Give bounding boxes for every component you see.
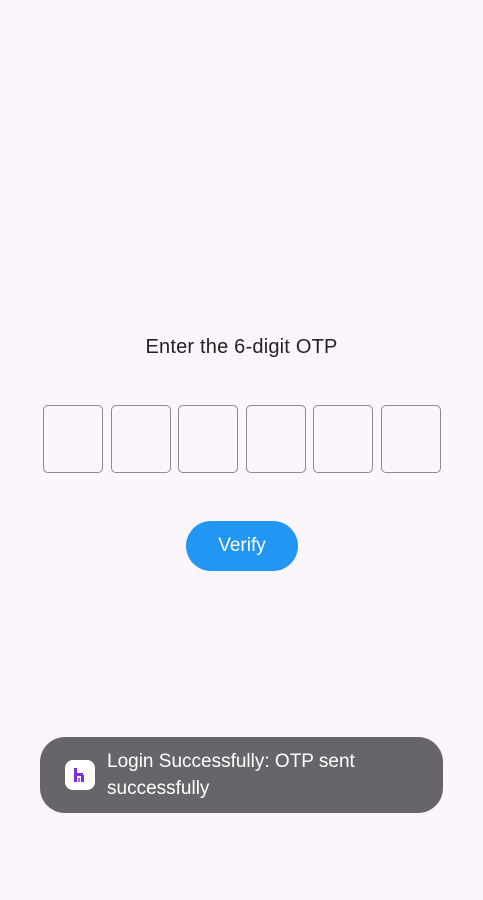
otp-digit-1[interactable] — [43, 405, 103, 473]
app-logo-icon — [65, 760, 95, 790]
verify-button[interactable]: Verify — [186, 521, 298, 571]
otp-screen: Enter the 6-digit OTP Verify Login Succe… — [0, 0, 483, 900]
otp-prompt: Enter the 6-digit OTP — [145, 336, 338, 358]
otp-digit-4[interactable] — [245, 405, 306, 473]
otp-digit-3[interactable] — [178, 405, 239, 473]
otp-digit-5[interactable] — [313, 405, 374, 473]
otp-digit-2[interactable] — [110, 405, 171, 473]
toast-notification: Login Successfully: OTP sent successfull… — [40, 737, 443, 813]
toast-message: Login Successfully: OTP sent successfull… — [107, 751, 355, 799]
otp-input-row — [43, 405, 441, 475]
otp-digit-6[interactable] — [380, 405, 441, 473]
